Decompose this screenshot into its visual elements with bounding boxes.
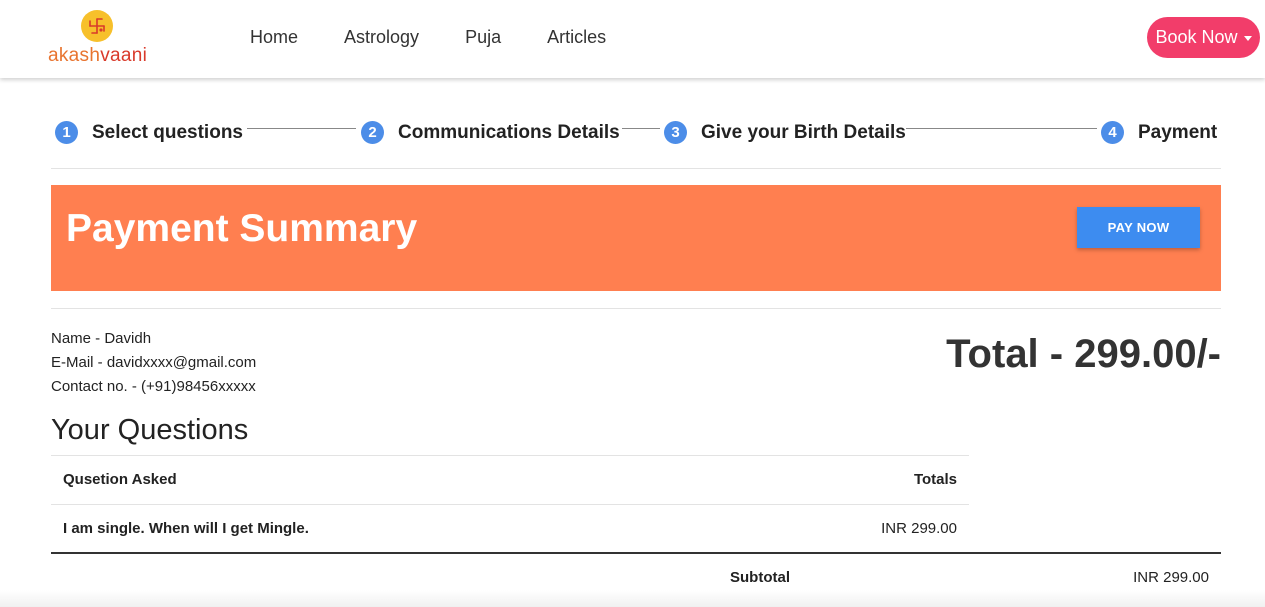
nav-astrology[interactable]: Astrology — [344, 27, 419, 48]
page-title: Payment Summary — [66, 207, 418, 250]
step-number-badge: 2 — [361, 121, 384, 144]
step-connector — [906, 128, 1097, 129]
step-label: Select questions — [92, 121, 243, 143]
pay-now-button[interactable]: PAY NOW — [1077, 207, 1200, 248]
step-select-questions[interactable]: 1 Select questions — [55, 121, 243, 144]
question-price: INR 299.00 — [881, 520, 957, 537]
brand-name-part-2: vaani — [100, 45, 148, 66]
divider — [51, 308, 1221, 309]
step-connector — [622, 128, 660, 129]
brand-name: akashvaani — [48, 45, 147, 67]
step-number-badge: 1 — [55, 121, 78, 144]
order-total: Total - 299.00/- — [946, 332, 1221, 376]
swastika-logo-icon — [81, 10, 113, 42]
step-birth-details[interactable]: 3 Give your Birth Details — [664, 121, 906, 144]
nav-puja[interactable]: Puja — [465, 27, 501, 48]
top-navbar: akashvaani Home Astrology Puja Articles … — [0, 0, 1265, 78]
column-header-totals: Totals — [913, 471, 957, 488]
customer-email: E-Mail - davidxxxx@gmail.com — [51, 354, 257, 371]
step-number-badge: 3 — [664, 121, 687, 144]
subtotal-value: INR 299.00 — [1133, 569, 1209, 586]
questions-table: Qusetion Asked Totals I am single. When … — [51, 455, 969, 553]
brand-logo[interactable]: akashvaani — [48, 10, 158, 68]
customer-name: Name - Davidh — [51, 330, 152, 347]
divider — [51, 168, 1221, 169]
book-now-button[interactable]: Book Now — [1147, 17, 1260, 58]
table-row: I am single. When will I get Mingle. INR… — [51, 504, 969, 553]
column-header-question: Qusetion Asked — [63, 471, 177, 488]
question-text: I am single. When will I get Mingle. — [63, 520, 309, 537]
main-nav: Home Astrology Puja Articles — [250, 27, 652, 48]
caret-down-icon — [1243, 36, 1252, 41]
step-payment[interactable]: 4 Payment — [1101, 121, 1217, 144]
subtotal-label: Subtotal — [730, 569, 790, 586]
questions-heading: Your Questions — [51, 414, 249, 446]
nav-home[interactable]: Home — [250, 27, 298, 48]
step-label: Payment — [1138, 121, 1218, 143]
step-communications-details[interactable]: 2 Communications Details — [361, 121, 620, 144]
step-label: Communications Details — [398, 121, 620, 143]
customer-contact: Contact no. - (+91)98456xxxxx — [51, 378, 256, 395]
payment-summary-banner: Payment Summary PAY NOW — [51, 185, 1221, 291]
book-now-label: Book Now — [1155, 27, 1238, 47]
customer-info: Name - Davidh E-Mail - davidxxxx@gmail.c… — [51, 327, 256, 399]
subtotal-divider — [51, 552, 1221, 554]
step-number-badge: 4 — [1101, 121, 1124, 144]
nav-articles[interactable]: Articles — [547, 27, 606, 48]
brand-name-part-1: akash — [48, 45, 101, 66]
step-label: Give your Birth Details — [701, 121, 906, 143]
footer-shadow — [0, 590, 1265, 607]
table-header-row: Qusetion Asked Totals — [51, 455, 969, 504]
step-connector — [247, 128, 356, 129]
